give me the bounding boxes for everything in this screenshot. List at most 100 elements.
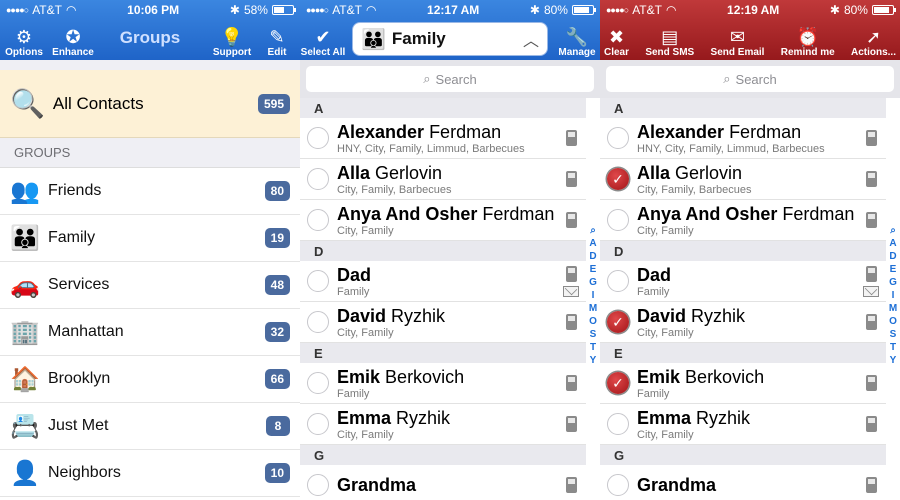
index-letter[interactable]: Y bbox=[890, 354, 897, 367]
index-letter[interactable]: I bbox=[592, 289, 595, 302]
remind-me-button[interactable]: ⏰ Remind me bbox=[781, 27, 835, 60]
phone-icon[interactable] bbox=[565, 416, 577, 432]
checked-checkbox[interactable]: ✓ bbox=[607, 372, 629, 394]
select-checkbox[interactable] bbox=[607, 127, 629, 149]
index-letter[interactable]: G bbox=[889, 276, 897, 289]
contact-list: A Alexander Ferdman HNY, City, Family, Lim… bbox=[300, 98, 586, 500]
group-row[interactable]: 🚗 Services 48 bbox=[0, 262, 300, 309]
index-letter[interactable]: D bbox=[889, 250, 896, 263]
contact-row[interactable]: Anya And Osher Ferdman City, Family bbox=[600, 200, 886, 241]
index-letter[interactable]: O bbox=[889, 315, 897, 328]
phone-icon[interactable] bbox=[565, 375, 577, 391]
contact-row[interactable]: ✓ Alla Gerlovin City, Family, Barbecues bbox=[600, 159, 886, 200]
index-letter[interactable]: E bbox=[590, 263, 597, 276]
index-letter[interactable]: T bbox=[890, 341, 896, 354]
select-checkbox[interactable] bbox=[307, 209, 329, 231]
manage-button[interactable]: 🔧 Manage bbox=[554, 27, 600, 60]
phone-icon[interactable] bbox=[565, 212, 577, 228]
select-checkbox[interactable] bbox=[607, 413, 629, 435]
contact-row[interactable]: Dad Family bbox=[600, 261, 886, 302]
select-checkbox[interactable] bbox=[307, 311, 329, 333]
index-letter[interactable]: G bbox=[589, 276, 597, 289]
options-button[interactable]: ⚙ Options bbox=[0, 27, 48, 60]
contact-row[interactable]: Emma Ryzhik City, Family bbox=[300, 404, 586, 445]
index-letter[interactable]: Y bbox=[590, 354, 597, 367]
phone-icon[interactable] bbox=[865, 130, 877, 146]
checked-checkbox[interactable]: ✓ bbox=[607, 168, 629, 190]
contact-row[interactable]: Anya And Osher Ferdman City, Family bbox=[300, 200, 586, 241]
select-checkbox[interactable] bbox=[307, 413, 329, 435]
phone-icon[interactable] bbox=[565, 314, 577, 330]
index-letter[interactable]: A bbox=[589, 237, 596, 250]
index-letter[interactable]: A bbox=[889, 237, 896, 250]
select-checkbox[interactable] bbox=[307, 127, 329, 149]
contact-row[interactable]: Grandma bbox=[300, 465, 586, 500]
envelope-icon[interactable] bbox=[563, 285, 579, 297]
search-input[interactable]: ⌕ Search bbox=[306, 66, 594, 92]
select-checkbox[interactable] bbox=[607, 209, 629, 231]
phone-icon[interactable] bbox=[865, 265, 877, 282]
index-letter[interactable]: O bbox=[589, 315, 597, 328]
select-checkbox[interactable] bbox=[307, 270, 329, 292]
phone-icon[interactable] bbox=[865, 171, 877, 187]
section-index[interactable]: ⌕ A D E G I M O S T Y bbox=[887, 224, 899, 367]
contact-row[interactable]: ✓ Emik Berkovich Family bbox=[600, 363, 886, 404]
close-icon: ✖ bbox=[608, 27, 625, 47]
select-checkbox[interactable] bbox=[307, 168, 329, 190]
index-letter[interactable]: S bbox=[590, 328, 597, 341]
envelope-icon[interactable] bbox=[863, 285, 879, 297]
select-checkbox[interactable] bbox=[307, 474, 329, 496]
index-letter[interactable]: T bbox=[590, 341, 596, 354]
index-letter[interactable]: M bbox=[889, 302, 897, 315]
phone-icon[interactable] bbox=[565, 171, 577, 187]
contact-row[interactable]: Emma Ryzhik City, Family bbox=[600, 404, 886, 445]
group-row[interactable]: 👪 Family 19 bbox=[0, 215, 300, 262]
select-checkbox[interactable] bbox=[307, 372, 329, 394]
search-icon[interactable]: ⌕ bbox=[890, 224, 896, 237]
select-all-button[interactable]: ✔ Select All bbox=[300, 27, 346, 60]
phone-icon[interactable] bbox=[865, 212, 877, 228]
contact-row[interactable]: ✓ David Ryzhik City, Family bbox=[600, 302, 886, 343]
phone-icon[interactable] bbox=[865, 314, 877, 330]
phone-icon[interactable] bbox=[865, 477, 877, 493]
checked-checkbox[interactable]: ✓ bbox=[607, 311, 629, 333]
send-sms-button[interactable]: ▤ Send SMS bbox=[645, 27, 694, 60]
phone-icon[interactable] bbox=[565, 130, 577, 146]
search-icon[interactable]: ⌕ bbox=[590, 224, 596, 237]
contact-row[interactable]: Dad Family bbox=[300, 261, 586, 302]
contact-row[interactable]: Alla Gerlovin City, Family, Barbecues bbox=[300, 159, 586, 200]
clear-button[interactable]: ✖ Clear bbox=[604, 27, 629, 60]
contact-row[interactable]: Alexander Ferdman HNY, City, Family, Limm… bbox=[600, 118, 886, 159]
contact-row[interactable]: Grandma bbox=[600, 465, 886, 500]
contact-row[interactable]: David Ryzhik City, Family bbox=[300, 302, 586, 343]
search-input[interactable]: ⌕ Search bbox=[606, 66, 894, 92]
actions-button[interactable]: ➚ Actions... bbox=[851, 27, 896, 60]
index-letter[interactable]: S bbox=[890, 328, 897, 341]
index-letter[interactable]: E bbox=[890, 263, 897, 276]
support-button[interactable]: 💡 Support bbox=[210, 27, 254, 60]
group-row[interactable]: 👤 Neighbors 10 bbox=[0, 450, 300, 497]
all-contacts-label: All Contacts bbox=[52, 93, 144, 113]
select-checkbox[interactable] bbox=[607, 474, 629, 496]
battery-icon bbox=[871, 5, 896, 15]
group-row[interactable]: 👥 Friends 80 bbox=[0, 168, 300, 215]
group-row[interactable]: 📇 Just Met 8 bbox=[0, 403, 300, 450]
phone-icon[interactable] bbox=[865, 375, 877, 391]
edit-button[interactable]: ✎ Edit bbox=[254, 27, 300, 60]
select-checkbox[interactable] bbox=[607, 270, 629, 292]
index-letter[interactable]: D bbox=[589, 250, 596, 263]
enhance-button[interactable]: ✪ Enhance bbox=[48, 27, 98, 60]
phone-icon[interactable] bbox=[565, 477, 577, 493]
group-row[interactable]: 🏠 Brooklyn 66 bbox=[0, 356, 300, 403]
index-letter[interactable]: I bbox=[892, 289, 895, 302]
phone-icon[interactable] bbox=[565, 265, 577, 282]
phone-icon[interactable] bbox=[865, 416, 877, 432]
all-contacts-row[interactable]: 🔍 All Contacts 595 bbox=[0, 70, 300, 138]
group-selector[interactable]: 👪 Family ︿ bbox=[352, 22, 548, 56]
index-letter[interactable]: M bbox=[589, 302, 597, 315]
contact-row[interactable]: Alexander Ferdman HNY, City, Family, Limm… bbox=[300, 118, 586, 159]
contact-row[interactable]: Emik Berkovich Family bbox=[300, 363, 586, 404]
group-row[interactable]: 🏢 Manhattan 32 bbox=[0, 309, 300, 356]
send-email-button[interactable]: ✉ Send Email bbox=[711, 27, 765, 60]
section-index[interactable]: ⌕ A D E G I M O S T Y bbox=[587, 224, 599, 367]
